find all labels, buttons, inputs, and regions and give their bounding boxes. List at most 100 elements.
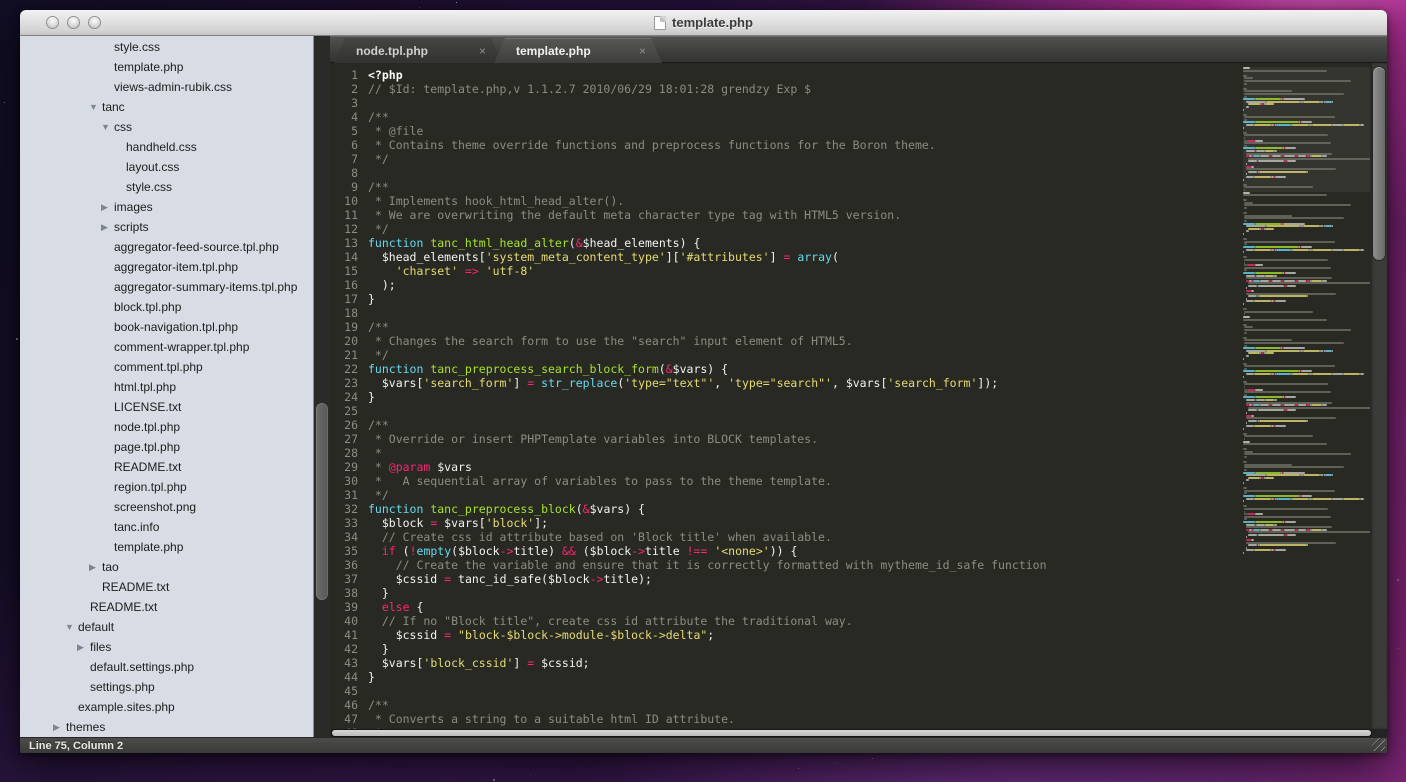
close-window-button[interactable]	[46, 16, 59, 29]
line-number: 36	[330, 558, 362, 572]
minimize-window-button[interactable]	[67, 16, 80, 29]
sidebar-file-views-admin-rubik.css[interactable]: views-admin-rubik.css	[20, 77, 313, 97]
tree-item-label: region.tpl.php	[114, 480, 187, 494]
disclosure-open-icon[interactable]: ▼	[65, 622, 78, 632]
resize-grip[interactable]	[1372, 738, 1385, 751]
file-tree-sidebar[interactable]: style.csstemplate.phpviews-admin-rubik.c…	[20, 36, 313, 737]
editor-vscrollbar-track[interactable]	[1371, 63, 1387, 729]
tree-item-label: page.tpl.php	[114, 440, 180, 454]
sidebar-file-aggregator-feed-source.tpl.php[interactable]: aggregator-feed-source.tpl.php	[20, 237, 313, 257]
tab-close-icon[interactable]: ×	[639, 45, 646, 57]
disclosure-open-icon[interactable]: ▼	[89, 102, 102, 112]
sidebar-folder-themes[interactable]: ▶themes	[20, 717, 313, 737]
sidebar-file-page.tpl.php[interactable]: page.tpl.php	[20, 437, 313, 457]
line-number: 8	[330, 166, 362, 180]
minimap[interactable]	[1243, 67, 1370, 729]
disclosure-closed-icon[interactable]: ▶	[101, 222, 114, 233]
sidebar-folder-scripts[interactable]: ▶scripts	[20, 217, 313, 237]
sidebar-file-region.tpl.php[interactable]: region.tpl.php	[20, 477, 313, 497]
line-number: 35	[330, 544, 362, 558]
tab-node.tpl.php[interactable]: node.tpl.php×	[334, 38, 502, 63]
code-editor[interactable]: 1<?php2// $Id: template.php,v 1.1.2.7 20…	[330, 63, 1387, 729]
line-text	[362, 684, 368, 698]
sidebar-file-settings.php[interactable]: settings.php	[20, 677, 313, 697]
sidebar-file-style.css[interactable]: style.css	[20, 177, 313, 197]
line-text: $head_elements['system_meta_content_type…	[362, 250, 839, 264]
editor-window: template.php style.csstemplate.phpviews-…	[20, 10, 1387, 753]
disclosure-closed-icon[interactable]: ▶	[101, 202, 114, 213]
tree-item-label: images	[114, 200, 153, 214]
sidebar-file-block.tpl.php[interactable]: block.tpl.php	[20, 297, 313, 317]
star	[493, 779, 495, 781]
sidebar-folder-tao[interactable]: ▶tao	[20, 557, 313, 577]
code-line-17: 17}	[330, 292, 1387, 306]
sidebar-file-LICENSE.txt[interactable]: LICENSE.txt	[20, 397, 313, 417]
line-text: * Changes the search form to use the "se…	[362, 334, 853, 348]
sidebar-file-README.txt[interactable]: README.txt	[20, 577, 313, 597]
code-line-7: 7 */	[330, 152, 1387, 166]
minimap-viewport-indicator	[1243, 67, 1370, 192]
sidebar-folder-default[interactable]: ▼default	[20, 617, 313, 637]
disclosure-closed-icon[interactable]: ▶	[77, 642, 90, 653]
sidebar-folder-files[interactable]: ▶files	[20, 637, 313, 657]
line-text: * A sequential array of variables to pas…	[362, 474, 832, 488]
star	[456, 2, 457, 3]
sidebar-folder-tanc[interactable]: ▼tanc	[20, 97, 313, 117]
sidebar-folder-css[interactable]: ▼css	[20, 117, 313, 137]
line-number: 9	[330, 180, 362, 194]
code-line-47: 47 * Converts a string to a suitable htm…	[330, 712, 1387, 726]
minimap-line	[1243, 552, 1370, 555]
sidebar-file-comment.tpl.php[interactable]: comment.tpl.php	[20, 357, 313, 377]
disclosure-open-icon[interactable]: ▼	[101, 122, 114, 132]
code-line-23: 23 $vars['search_form'] = str_replace('t…	[330, 376, 1387, 390]
tab-close-icon[interactable]: ×	[479, 45, 486, 57]
editor-hscrollbar-track[interactable]	[330, 729, 1387, 737]
editor-hscrollbar-thumb[interactable]	[332, 730, 1371, 736]
code-line-8: 8	[330, 166, 1387, 180]
code-line-6: 6 * Contains theme override functions an…	[330, 138, 1387, 152]
code-line-32: 32function tanc_preprocess_block(&$vars)…	[330, 502, 1387, 516]
sidebar-file-template.php[interactable]: template.php	[20, 57, 313, 77]
sidebar-file-aggregator-summary-items.tpl.php[interactable]: aggregator-summary-items.tpl.php	[20, 277, 313, 297]
tree-item-label: README.txt	[114, 460, 181, 474]
line-text: */	[362, 488, 389, 502]
zoom-window-button[interactable]	[88, 16, 101, 29]
window-titlebar[interactable]: template.php	[20, 10, 1387, 36]
sidebar-file-tanc.info[interactable]: tanc.info	[20, 517, 313, 537]
disclosure-closed-icon[interactable]: ▶	[53, 722, 66, 733]
sidebar-file-html.tpl.php[interactable]: html.tpl.php	[20, 377, 313, 397]
tab-bar: node.tpl.php×template.php×	[330, 36, 1387, 63]
line-number: 44	[330, 670, 362, 684]
sidebar-file-style.css[interactable]: style.css	[20, 37, 313, 57]
tree-item-label: template.php	[114, 540, 183, 554]
sidebar-file-book-navigation.tpl.php[interactable]: book-navigation.tpl.php	[20, 317, 313, 337]
tree-item-label: screenshot.png	[114, 500, 196, 514]
sidebar-file-node.tpl.php[interactable]: node.tpl.php	[20, 417, 313, 437]
sidebar-file-handheld.css[interactable]: handheld.css	[20, 137, 313, 157]
code-line-20: 20 * Changes the search form to use the …	[330, 334, 1387, 348]
sidebar-file-default.settings.php[interactable]: default.settings.php	[20, 657, 313, 677]
star	[16, 338, 18, 340]
line-number: 3	[330, 96, 362, 110]
sidebar-file-example.sites.php[interactable]: example.sites.php	[20, 697, 313, 717]
editor-vscrollbar-thumb[interactable]	[1373, 67, 1385, 260]
sidebar-file-README.txt[interactable]: README.txt	[20, 457, 313, 477]
sidebar-file-template.php[interactable]: template.php	[20, 537, 313, 557]
sidebar-scrollbar-thumb[interactable]	[316, 403, 328, 600]
sidebar-file-layout.css[interactable]: layout.css	[20, 157, 313, 177]
sidebar-folder-images[interactable]: ▶images	[20, 197, 313, 217]
line-text: // Create the variable and ensure that i…	[362, 558, 1047, 572]
code-line-24: 24}	[330, 390, 1387, 404]
sidebar-file-comment-wrapper.tpl.php[interactable]: comment-wrapper.tpl.php	[20, 337, 313, 357]
sidebar-file-aggregator-item.tpl.php[interactable]: aggregator-item.tpl.php	[20, 257, 313, 277]
star	[835, 763, 836, 764]
tree-item-label: html.tpl.php	[114, 380, 176, 394]
disclosure-closed-icon[interactable]: ▶	[89, 562, 102, 573]
code-line-21: 21 */	[330, 348, 1387, 362]
line-text: $vars['block_cssid'] = $cssid;	[362, 656, 590, 670]
sidebar-scrollbar-track[interactable]	[313, 36, 330, 737]
sidebar-file-README.txt[interactable]: README.txt	[20, 597, 313, 617]
line-number: 47	[330, 712, 362, 726]
sidebar-file-screenshot.png[interactable]: screenshot.png	[20, 497, 313, 517]
tab-template.php[interactable]: template.php×	[494, 38, 662, 63]
